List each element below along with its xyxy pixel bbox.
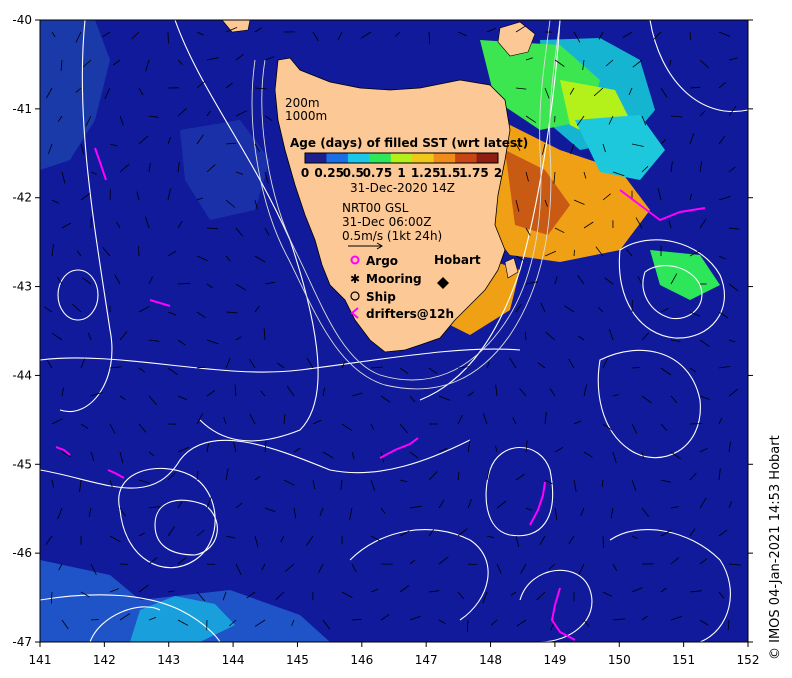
lat-tick-label: -41 [12, 102, 32, 116]
lon-tick-label: 152 [737, 653, 760, 667]
colorbar-tick-label: 1.5 [439, 166, 460, 180]
colorbar-tick-label: 2 [494, 166, 502, 180]
velocity-scale-label: 0.5m/s (1kt 24h) [342, 229, 442, 243]
velocity-arrow [602, 535, 604, 548]
lat-tick-label: -46 [12, 546, 32, 560]
lat-tick-label: -47 [12, 635, 32, 649]
isobath-1000m-label: 1000m [285, 109, 327, 123]
colorbar-segment [347, 153, 370, 163]
hobart-label: Hobart [434, 253, 481, 267]
lat-tick-label: -42 [12, 191, 32, 205]
lat-tick-label: -40 [12, 13, 32, 27]
legend-ship-label: Ship [366, 290, 396, 304]
colorbar-segment [326, 153, 349, 163]
isobath-200m-label: 200m [285, 96, 320, 110]
velocity-arrow [573, 249, 575, 257]
colorbar-tick-label: 0.75 [363, 166, 393, 180]
lon-tick-label: 145 [286, 653, 309, 667]
lon-tick-label: 144 [222, 653, 245, 667]
colorbar-segment [455, 153, 478, 163]
colorbar-segment [369, 153, 392, 163]
legend-drifters-label: drifters@12h [366, 307, 454, 321]
colorbar-segment [390, 153, 413, 163]
lon-tick-label: 143 [157, 653, 180, 667]
lon-tick-label: 148 [479, 653, 502, 667]
lon-tick-label: 151 [672, 653, 695, 667]
velocity-arrow [138, 246, 140, 257]
lat-tick-label: -43 [12, 280, 32, 294]
velocity-arrow [631, 367, 640, 369]
lon-tick-label: 141 [29, 653, 52, 667]
credit-label: © IMOS 04-Jan-2021 14:53 Hobart [768, 435, 783, 660]
colorbar-segment [433, 153, 456, 163]
legend-mooring-label: Mooring [366, 272, 422, 286]
colorbar-tick-label: 1 [397, 166, 405, 180]
colorbar-title: Age (days) of filled SST (wrt latest) [290, 136, 528, 150]
colorbar-tick-label: 0.5 [343, 166, 364, 180]
lon-tick-label: 147 [415, 653, 438, 667]
colorbar-tick-label: 0.25 [314, 166, 344, 180]
sst-map: Hobart 200m 1000m Age (days) of filled S… [12, 13, 760, 667]
lon-tick-label: 150 [608, 653, 631, 667]
lon-tick-label: 142 [93, 653, 116, 667]
lat-tick-label: -45 [12, 457, 32, 471]
colorbar-segment [412, 153, 435, 163]
velocity-arrow [177, 283, 191, 285]
lon-tick-label: 146 [350, 653, 373, 667]
lon-tick-label: 149 [543, 653, 566, 667]
legend-argo-label: Argo [366, 254, 398, 268]
product-time-label: 31-Dec 06:00Z [342, 215, 431, 229]
colorbar-tick-label: 1.75 [459, 166, 489, 180]
colorbar [304, 152, 499, 164]
date-label: 31-Dec-2020 14Z [350, 181, 455, 195]
colorbar-segment [476, 153, 499, 163]
colorbar-segment [305, 153, 327, 163]
colorbar-ticks: 0 0.250.50.75 1 1.251.51.75 2 [301, 166, 502, 180]
colorbar-tick-label: 0 [301, 166, 309, 180]
velocity-arrow [90, 619, 99, 621]
colorbar-tick-label: 1.25 [411, 166, 441, 180]
longitude-axis: 141 142 143 144 145 146 147 148 149 150 151 152 [29, 642, 760, 667]
mooring-star-icon: ✱ [350, 272, 360, 286]
lat-tick-label: -44 [12, 368, 32, 382]
product-label: NRT00 GSL [342, 201, 409, 215]
